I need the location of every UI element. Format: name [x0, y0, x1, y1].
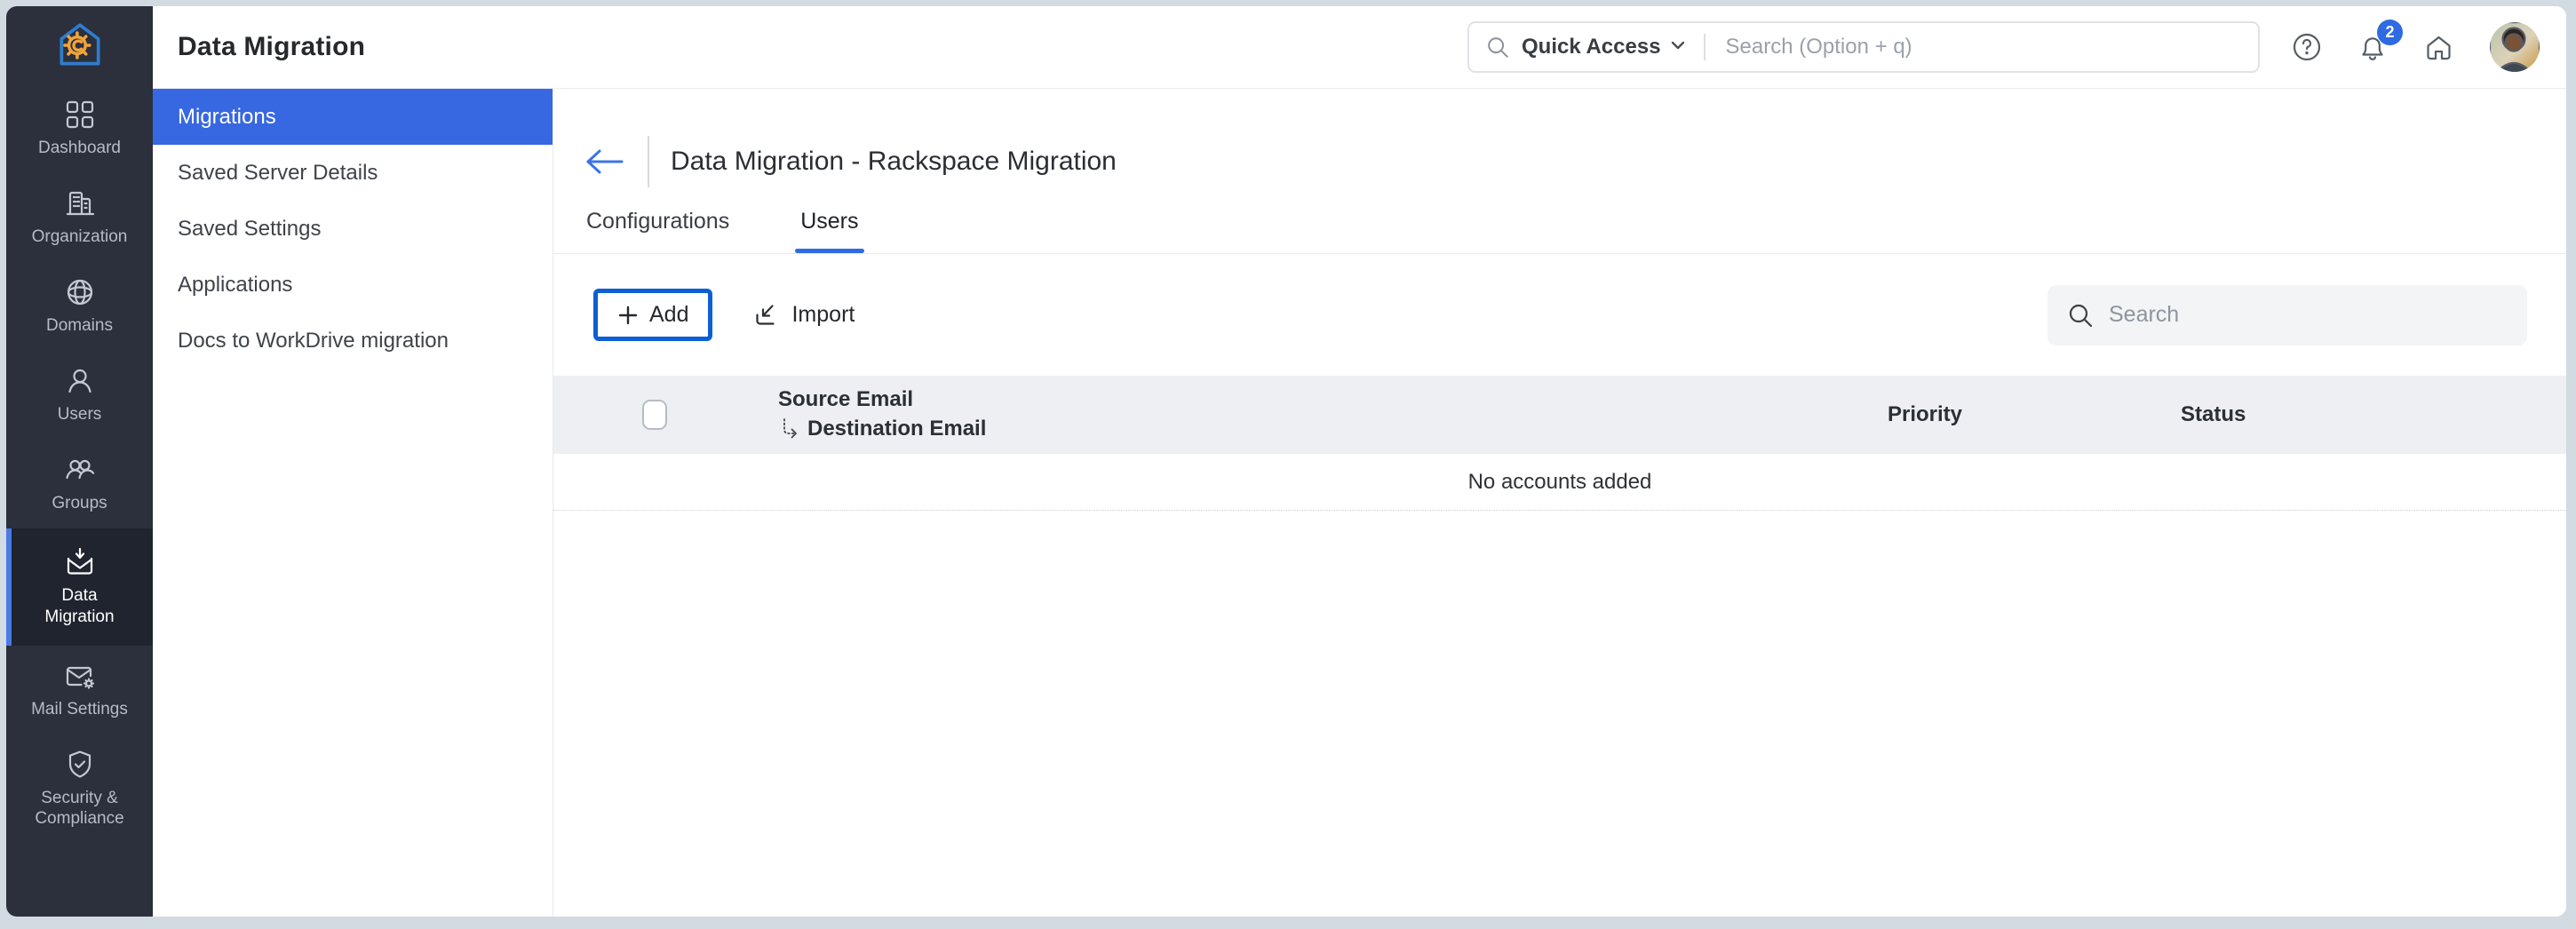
tab-users[interactable]: Users	[800, 209, 858, 253]
topbar: Data Migration Quick Access	[153, 6, 2566, 89]
submenu-item-applications[interactable]: Applications	[153, 257, 553, 313]
submenu-item-label: Migrations	[178, 105, 276, 130]
mail-admin-logo-icon	[52, 18, 107, 73]
global-search-input[interactable]	[1724, 34, 2242, 60]
arrow-left-icon	[584, 147, 624, 176]
sidebar-item-dashboard[interactable]: Dashboard	[6, 84, 153, 173]
column-source-email: Source Email	[778, 387, 986, 412]
submenu-item-saved-settings[interactable]: Saved Settings	[153, 201, 553, 257]
submenu-item-label: Applications	[178, 273, 292, 298]
column-priority: Priority	[1888, 402, 1962, 427]
select-all-checkbox[interactable]	[642, 400, 667, 430]
back-button[interactable]	[584, 147, 624, 176]
submenu-item-migrations[interactable]: Migrations	[153, 89, 553, 145]
table-search[interactable]	[2047, 285, 2527, 345]
sidebar-item-groups[interactable]: Groups	[6, 440, 153, 528]
globe-icon	[64, 276, 96, 308]
user-icon	[64, 365, 96, 397]
user-avatar[interactable]	[2490, 22, 2540, 72]
sidebar-item-organization[interactable]: Organization	[6, 173, 153, 262]
empty-state-message: No accounts added	[1468, 470, 1652, 495]
home-icon	[2423, 32, 2454, 63]
help-button[interactable]	[2292, 32, 2322, 62]
chevron-down-icon[interactable]	[1671, 39, 1685, 55]
import-button[interactable]: Import	[748, 301, 860, 330]
sidebar-item-label: Security & Compliance	[26, 788, 134, 830]
organization-icon	[64, 187, 96, 219]
search-divider	[1704, 34, 1705, 60]
page-title: Data Migration	[178, 32, 365, 62]
import-button-label: Import	[791, 302, 855, 328]
submenu-item-label: Saved Settings	[178, 217, 321, 242]
mail-settings-icon	[64, 660, 96, 692]
add-button[interactable]: Add	[593, 289, 712, 341]
global-search[interactable]: Quick Access	[1467, 21, 2260, 73]
add-button-label: Add	[649, 302, 688, 328]
topbar-icons: 2	[2292, 22, 2540, 72]
content-filler	[553, 511, 2566, 917]
search-icon	[2067, 302, 2094, 329]
sidebar-item-domains[interactable]: Domains	[6, 262, 153, 351]
submenu-item-label: Saved Server Details	[178, 161, 378, 186]
column-status: Status	[2181, 402, 2246, 427]
secondary-sidebar: Migrations Saved Server Details Saved Se…	[153, 89, 553, 917]
page-head: Data Migration - Rackspace Migration	[553, 89, 2566, 199]
table-header-row: Source Email Destination Email Priority …	[553, 376, 2566, 454]
home-button[interactable]	[2423, 32, 2454, 63]
sidebar-item-label: Organization	[32, 226, 128, 248]
sidebar-item-data-migration[interactable]: Data Migration	[6, 528, 153, 646]
notifications-button[interactable]: 2	[2357, 32, 2388, 62]
tab-bar: Configurations Users	[553, 199, 2566, 254]
sidebar-item-mail-settings[interactable]: Mail Settings	[6, 646, 153, 734]
sidebar-item-label: Domains	[46, 315, 113, 337]
column-destination-email: Destination Email	[780, 417, 986, 441]
shield-check-icon	[64, 749, 96, 781]
table-search-input[interactable]	[2107, 301, 2508, 329]
app-window: Dashboard Organization Domains	[6, 6, 2566, 917]
submenu-item-docs-to-workdrive[interactable]: Docs to WorkDrive migration	[153, 313, 553, 369]
main-panel: Data Migration - Rackspace Migration Con…	[553, 89, 2566, 917]
toolbar: Add Import	[553, 254, 2566, 376]
groups-icon	[64, 454, 96, 486]
plus-icon	[617, 305, 639, 326]
help-icon	[2292, 32, 2322, 62]
quick-access-dropdown[interactable]: Quick Access	[1522, 35, 1661, 60]
primary-sidebar: Dashboard Organization Domains	[6, 6, 153, 917]
sidebar-item-label: Data Migration	[26, 585, 134, 628]
sidebar-item-label: Mail Settings	[31, 699, 128, 720]
corner-arrow-icon	[780, 417, 801, 441]
sidebar-item-security-compliance[interactable]: Security & Compliance	[6, 734, 153, 845]
sidebar-item-label: Groups	[52, 493, 107, 514]
column-emails: Source Email Destination Email	[778, 387, 986, 441]
sidebar-item-users[interactable]: Users	[6, 351, 153, 440]
content-columns: Migrations Saved Server Details Saved Se…	[153, 89, 2566, 917]
import-icon	[753, 302, 780, 329]
notification-badge: 2	[2377, 20, 2403, 45]
app-body: Data Migration Quick Access	[153, 6, 2566, 917]
sidebar-item-label: Dashboard	[38, 138, 121, 159]
tab-configurations[interactable]: Configurations	[586, 209, 729, 253]
submenu-item-saved-server-details[interactable]: Saved Server Details	[153, 145, 553, 201]
migration-title: Data Migration - Rackspace Migration	[671, 147, 1117, 177]
app-logo[interactable]	[6, 6, 153, 84]
empty-state-row: No accounts added	[553, 454, 2566, 511]
data-migration-icon	[64, 546, 96, 578]
avatar-image	[2490, 22, 2540, 72]
sidebar-item-label: Users	[58, 404, 102, 425]
title-divider	[648, 136, 649, 187]
search-icon	[1485, 35, 1510, 60]
submenu-item-label: Docs to WorkDrive migration	[178, 329, 449, 353]
dashboard-icon	[64, 99, 96, 131]
